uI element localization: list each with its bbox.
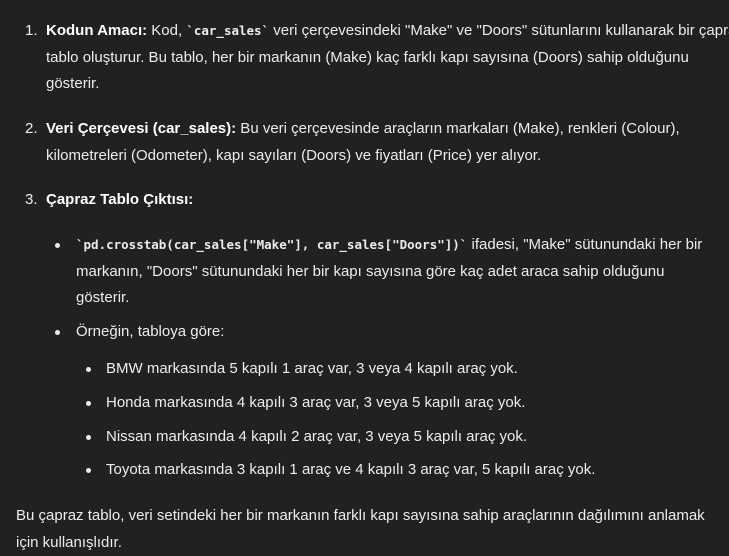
list-item-purpose: 1. Kodun Amacı: Kod, `car_sales` veri çe… — [16, 18, 729, 98]
inline-code: `pd.crosstab(car_sales["Make"], car_sale… — [76, 237, 468, 252]
bullet-crosstab-expression: `pd.crosstab(car_sales["Make"], car_sale… — [55, 232, 716, 312]
list-number: 1. — [25, 22, 38, 39]
sub-bullet-text: Honda markasında 4 kapılı 3 araç var, 3 … — [106, 394, 526, 411]
sub-bullet-text: BMW markasında 5 kapılı 1 araç var, 3 ve… — [106, 360, 518, 377]
sub-bullet-toyota: Toyota markasında 3 kapılı 1 araç ve 4 k… — [86, 457, 716, 484]
closing-paragraph: Bu çapraz tablo, veri setindeki her bir … — [16, 507, 705, 551]
sub-bullet-text: Nissan markasında 4 kapılı 2 araç var, 3… — [106, 428, 528, 445]
list-number: 3. — [25, 191, 38, 208]
bullet-dot-icon — [55, 243, 60, 248]
sub-bullet-honda: Honda markasında 4 kapılı 3 araç var, 3 … — [86, 390, 716, 417]
sub-bullet-bmw: BMW markasında 5 kapılı 1 araç var, 3 ve… — [86, 356, 716, 383]
list-item-crosstab-output: 3. Çapraz Tablo Çıktısı: — [16, 187, 729, 214]
bullet-dot-icon — [86, 367, 91, 372]
item-title: Veri Çerçevesi (car_sales): — [46, 120, 237, 137]
item-text: Kod, — [147, 22, 187, 39]
bullet-dot-icon — [86, 468, 91, 473]
assistant-message: 1. Kodun Amacı: Kod, `car_sales` veri çe… — [0, 0, 729, 554]
list-number: 2. — [25, 120, 38, 137]
bullet-text: Örneğin, tabloya göre: — [76, 323, 225, 340]
bullet-dot-icon — [86, 401, 91, 406]
list-item-dataframe: 2. Veri Çerçevesi (car_sales): Bu veri ç… — [16, 116, 729, 169]
item-title: Çapraz Tablo Çıktısı: — [46, 191, 194, 208]
bullet-dot-icon — [55, 330, 60, 335]
sub-bullet-nissan: Nissan markasında 4 kapılı 2 araç var, 3… — [86, 424, 716, 451]
bullet-dot-icon — [86, 435, 91, 440]
sub-bullet-text: Toyota markasında 3 kapılı 1 araç ve 4 k… — [106, 461, 596, 478]
bullet-example: Örneğin, tabloya göre: — [55, 319, 716, 346]
inline-code: `car_sales` — [186, 23, 270, 38]
item-title: Kodun Amacı: — [46, 22, 148, 39]
